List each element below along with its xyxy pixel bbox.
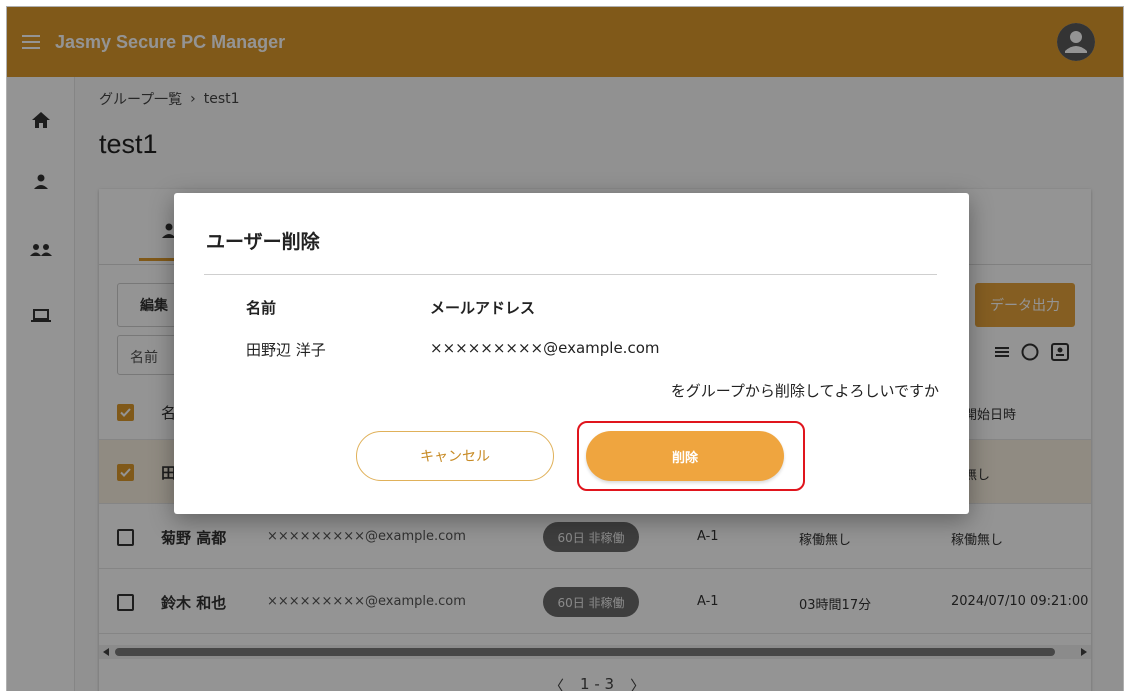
delete-button-highlight	[577, 421, 805, 491]
dialog-col-email: メールアドレス	[430, 299, 536, 317]
delete-user-dialog: ユーザー削除 名前 メールアドレス 田野辺 洋子 ×××××××××@examp…	[174, 193, 969, 514]
dialog-confirm-message: をグループから削除してよろしいですか	[670, 382, 939, 400]
dialog-user-email: ×××××××××@example.com	[430, 339, 660, 357]
dialog-divider	[204, 274, 937, 275]
dialog-col-name: 名前	[246, 299, 277, 317]
dialog-user-name: 田野辺 洋子	[246, 341, 326, 359]
dialog-title: ユーザー削除	[206, 231, 320, 253]
cancel-button[interactable]: キャンセル	[356, 431, 554, 481]
